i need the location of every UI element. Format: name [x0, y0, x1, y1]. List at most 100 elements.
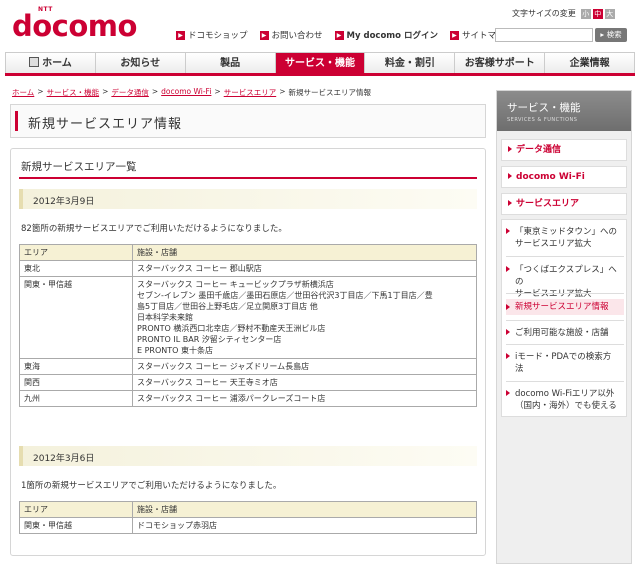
divider — [506, 256, 624, 257]
facility-name: E PRONTO 東十条店 — [137, 346, 213, 355]
table-row: 関東・甲信越 スターバックス コーヒー キュービックプラザ新横浜店 セブン-イレ… — [19, 276, 477, 359]
sidebar-submenu: 「東京ミッドタウン」への サービスエリア拡大 「つくばエクスプレス」へのサービスエ… — [501, 219, 627, 417]
facility-cell: スターバックス コーヒー 郡山駅店 — [132, 260, 477, 277]
top-link-label: ドコモショップ — [188, 31, 248, 41]
sidebar-item-facilities[interactable]: ご利用可能な施設・店舗 — [506, 327, 624, 339]
search-button-label: 検索 — [606, 30, 622, 39]
arrow-right-icon — [506, 329, 510, 335]
table-header-row: エリア 施設・店舗 — [19, 501, 477, 518]
breadcrumb-separator: > — [279, 87, 286, 96]
sidebar-category-wifi[interactable]: docomo Wi-Fi — [501, 166, 627, 188]
divider — [506, 344, 624, 345]
facility-cell: ドコモショップ赤羽店 — [132, 517, 477, 534]
breadcrumb-separator: > — [102, 87, 109, 96]
nav-news[interactable]: お知らせ — [96, 53, 186, 73]
sidebar-subtitle: SERVICES & FUNCTIONS — [507, 117, 578, 123]
sidebar-category-data[interactable]: データ通信 — [501, 139, 627, 161]
sidebar-item-new-area[interactable]: 新規サービスエリア情報 — [506, 299, 624, 315]
nav-products[interactable]: 製品 — [186, 53, 276, 73]
breadcrumb-area[interactable]: サービスエリア — [224, 87, 277, 98]
sidebar-item-label: 「つくばエクスプレス」への — [515, 265, 617, 287]
search-input[interactable] — [495, 28, 593, 42]
table-row: 関東・甲信越 ドコモショップ赤羽店 — [19, 517, 477, 534]
area-cell: 九州 — [19, 390, 133, 407]
breadcrumb-data[interactable]: データ通信 — [111, 87, 149, 98]
facility-cell: スターバックス コーヒー ジャズドリーム長島店 — [132, 358, 477, 375]
arrow-right-icon: ▶ — [449, 30, 459, 40]
arrow-right-icon — [506, 390, 510, 396]
sidebar-item-label: 法 — [515, 364, 524, 374]
docomo-logo[interactable]: docomo — [12, 11, 137, 41]
search-icon: ▸ — [600, 30, 605, 39]
page-title-box: 新規サービスエリア情報 — [10, 104, 486, 138]
triangle-right-icon — [508, 172, 512, 179]
breadcrumb-current: 新規サービスエリア情報 — [288, 88, 372, 97]
area-cell: 東北 — [19, 260, 133, 277]
table-header-facility: 施設・店舗 — [132, 501, 477, 518]
table-header-area: エリア — [19, 501, 133, 518]
sidebar-item-imode-search[interactable]: iモード・PDAでの検索方法 — [506, 351, 624, 375]
facility-name: 日本科学未来館 — [137, 313, 193, 322]
sidebar-header: サービス・機能 SERVICES & FUNCTIONS — [497, 91, 631, 131]
sidebar-item-label: 新規サービスエリア情報 — [515, 302, 609, 312]
area-cell: 関西 — [19, 374, 133, 391]
facility-name: PRONTO IL BAR 汐留シティセンター店 — [137, 335, 282, 344]
font-size-small-button[interactable]: 小 — [580, 8, 591, 19]
table-row: 関西 スターバックス コーヒー 天王寺ミオ店 — [19, 374, 477, 391]
font-size-label: 文字サイズの変更 — [512, 9, 576, 18]
sidebar-category-label: データ通信 — [516, 145, 562, 155]
sidebar: サービス・機能 SERVICES & FUNCTIONS データ通信 docom… — [496, 90, 632, 564]
sidebar-item-midtown[interactable]: 「東京ミッドタウン」への サービスエリア拡大 — [506, 226, 624, 250]
date-bar: 2012年3月6日 — [19, 446, 477, 466]
global-nav: ホーム お知らせ 製品 サービス・機能 料金・割引 お客様サポート 企業情報 — [5, 52, 636, 76]
nav-services[interactable]: サービス・機能 — [275, 53, 366, 73]
nav-pricing[interactable]: 料金・割引 — [365, 53, 456, 73]
nav-home[interactable]: ホーム — [5, 53, 96, 73]
sidebar-item-label: 「東京ミッドタウン」への — [515, 227, 618, 237]
top-links: ▶ ドコモショップ ▶ お問い合わせ ▶ My docomo ログイン ▶ サイトマップ — [176, 29, 513, 41]
table-row: 東北 スターバックス コーヒー 郡山駅店 — [19, 260, 477, 277]
facility-name: スターバックス コーヒー ジャズドリーム長島店 — [137, 362, 310, 371]
facility-name: 島5丁目店／世田谷上野毛店／足立関原3丁目店 他 — [137, 302, 318, 311]
facility-name: スターバックス コーヒー キュービックプラザ新横浜店 — [137, 280, 334, 289]
arrow-right-icon — [506, 266, 510, 272]
area-table: エリア 施設・店舗 東北 スターバックス コーヒー 郡山駅店 関東・甲信越 スタ… — [19, 244, 477, 407]
table-header-area: エリア — [19, 244, 133, 261]
top-link-contact[interactable]: ▶ お問い合わせ — [259, 29, 323, 41]
font-size-large-button[interactable]: 大 — [604, 8, 615, 19]
breadcrumb-wifi[interactable]: docomo Wi-Fi — [161, 87, 211, 98]
breadcrumb-separator: > — [151, 87, 159, 96]
sidebar-category-label: サービスエリア — [516, 199, 580, 209]
sidebar-item-label: docomo Wi-Fiエリア以外 — [515, 389, 615, 399]
facility-cell: スターバックス コーヒー キュービックプラザ新横浜店 セブン-イレブン 墨田千歳… — [132, 276, 477, 359]
arrow-right-icon — [506, 353, 510, 359]
top-link-docomo-shop[interactable]: ▶ ドコモショップ — [176, 29, 248, 41]
search-button[interactable]: ▸ 検索 — [595, 28, 627, 42]
area-cell: 関東・甲信越 — [19, 517, 133, 534]
top-link-my-docomo-login[interactable]: ▶ My docomo ログイン — [334, 29, 438, 41]
facility-name: スターバックス コーヒー 郡山駅店 — [137, 264, 262, 273]
area-table: エリア 施設・店舗 関東・甲信越 ドコモショップ赤羽店 — [19, 501, 477, 534]
font-size-switcher: 文字サイズの変更 小 中 大 — [512, 8, 615, 19]
page-title: 新規サービスエリア情報 — [28, 117, 183, 132]
home-icon — [29, 57, 40, 67]
heading-divider — [19, 177, 477, 179]
sidebar-item-tsukuba[interactable]: 「つくばエクスプレス」へのサービスエリア拡大 — [506, 264, 624, 300]
section-heading: 新規サービスエリア一覧 — [21, 161, 137, 173]
arrow-right-icon: ▶ — [176, 30, 185, 40]
breadcrumb-services[interactable]: サービス・機能 — [47, 87, 100, 98]
font-size-medium-button[interactable]: 中 — [592, 8, 603, 19]
sidebar-item-label: サービスエリア拡大 — [515, 289, 592, 299]
nav-support[interactable]: お客様サポート — [455, 53, 546, 73]
nav-corporate[interactable]: 企業情報 — [545, 53, 636, 73]
site-header: NTT docomo ▶ ドコモショップ ▶ お問い合わせ ▶ My docomo ロ… — [0, 0, 640, 46]
main-content: 新規サービスエリア一覧 2012年3月9日 82箇所の新規サービスエリアでご利用… — [10, 148, 486, 556]
divider — [506, 381, 624, 382]
arrow-right-icon — [506, 304, 510, 310]
sidebar-category-area[interactable]: サービスエリア — [501, 193, 627, 215]
breadcrumb-home[interactable]: ホーム — [12, 87, 34, 98]
section-intro: 82箇所の新規サービスエリアでご利用いただけるようになりました。 — [21, 224, 287, 234]
sidebar-item-outside-area[interactable]: docomo Wi-Fiエリア以外 （国内・海外）でも使える — [506, 388, 624, 412]
table-header-facility: 施設・店舗 — [132, 244, 477, 261]
date-label: 2012年3月6日 — [33, 454, 95, 464]
